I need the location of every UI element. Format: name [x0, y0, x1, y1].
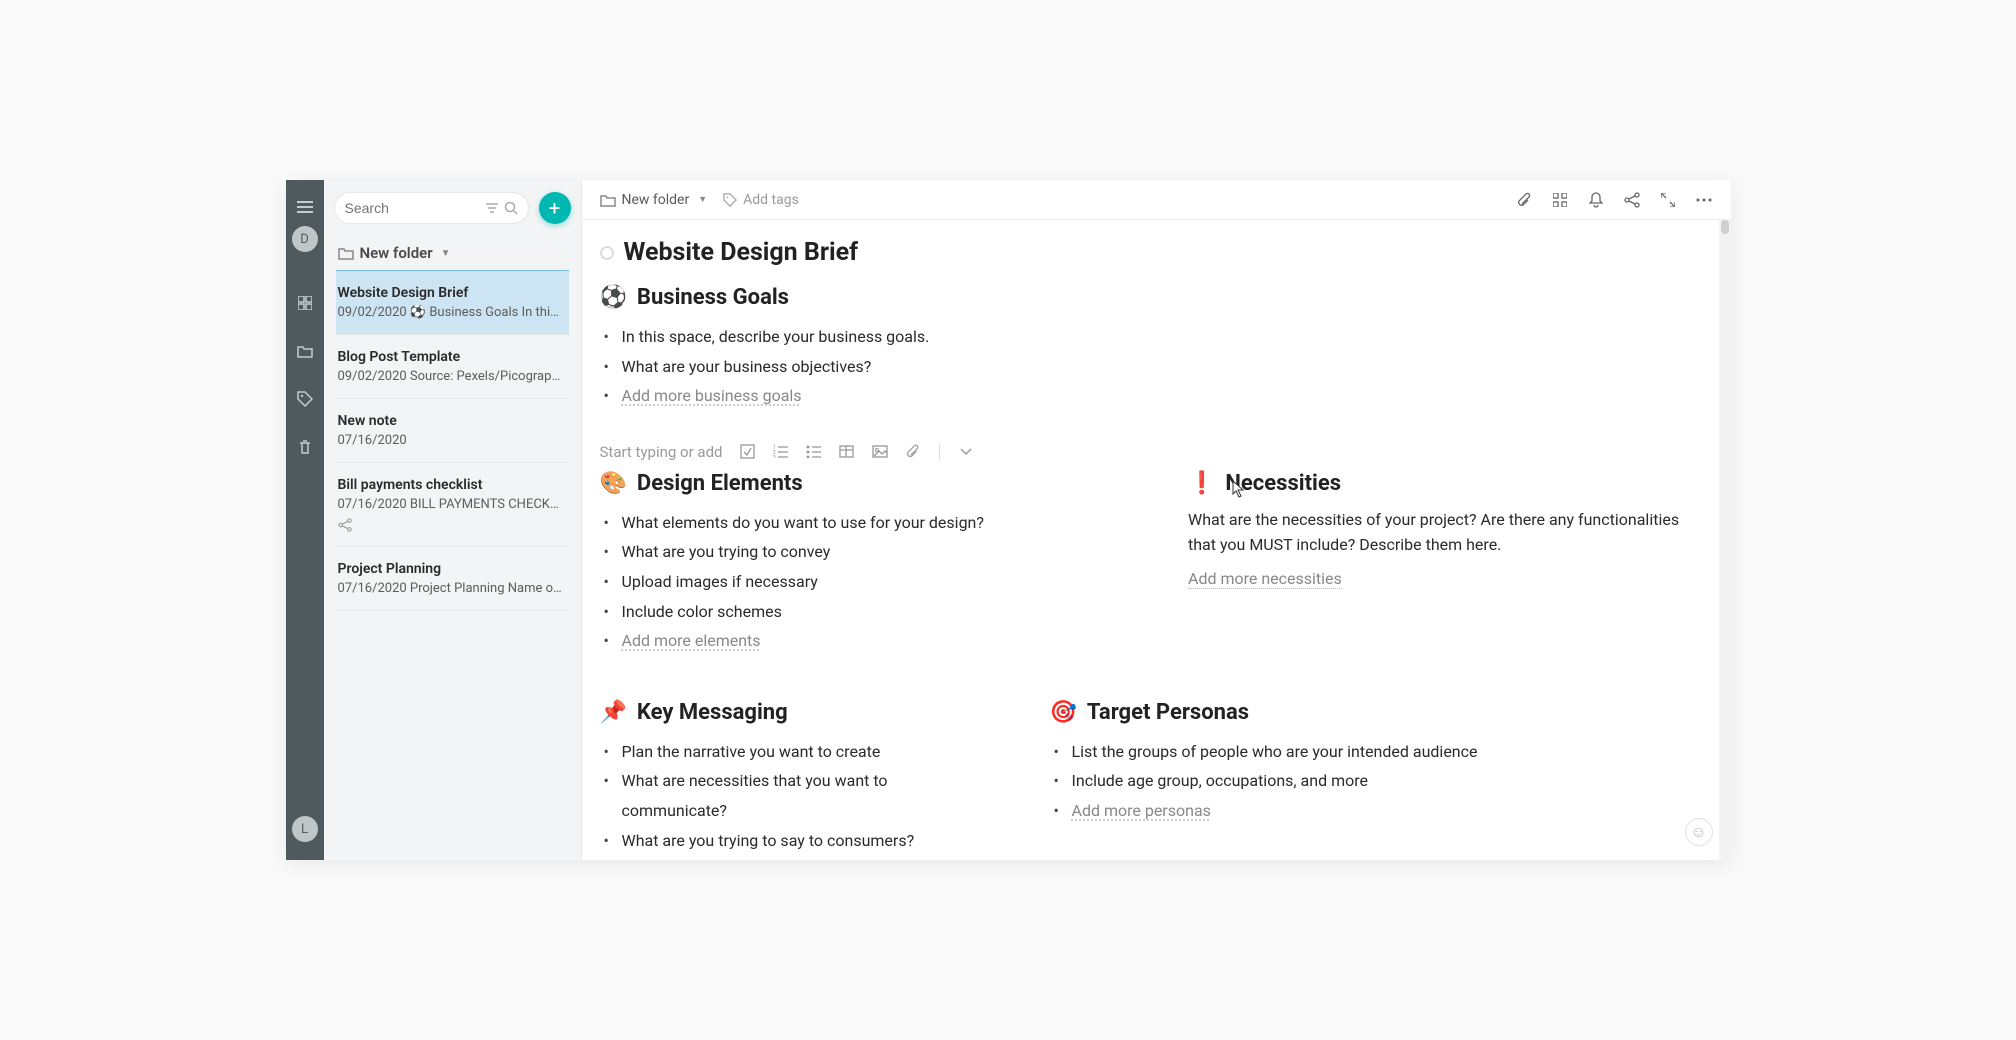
- note-list-item[interactable]: Website Design Brief 09/02/2020 ⚽ Busines…: [336, 270, 569, 335]
- svg-text:3: 3: [773, 455, 776, 458]
- note-meta: 07/16/2020: [338, 433, 563, 448]
- attachment-icon[interactable]: [904, 443, 922, 461]
- search-field[interactable]: [345, 200, 486, 216]
- numbered-list-icon[interactable]: 123: [772, 443, 790, 461]
- note-title: Website Design Brief: [338, 285, 563, 301]
- note-list-item[interactable]: Blog Post Template 09/02/2020 Source: Pex…: [336, 335, 569, 399]
- section-design-elements: 🎨 Design Elements What elements do you w…: [600, 471, 1099, 656]
- section-paragraph[interactable]: What are the necessities of your project…: [1188, 508, 1687, 558]
- image-icon[interactable]: [871, 443, 889, 461]
- note-title: Project Planning: [338, 561, 563, 577]
- soccer-icon: ⚽: [600, 285, 627, 310]
- list-item[interactable]: Plan the narrative you want to create: [622, 737, 960, 767]
- table-icon[interactable]: [838, 443, 856, 461]
- list-item[interactable]: What are you trying to convey: [622, 537, 1099, 567]
- insert-toolbar: Start typing or add 123: [600, 435, 1687, 471]
- note-list: Website Design Brief 09/02/2020 ⚽ Busines…: [324, 270, 581, 611]
- chevron-down-icon: ▼: [441, 248, 451, 259]
- emoji-picker-button[interactable]: ☺: [1685, 818, 1713, 846]
- note-meta: 09/02/2020 Source: Pexels/Picography ...: [338, 369, 563, 384]
- section-necessities: ❗ Necessities What are the necessities o…: [1188, 471, 1687, 590]
- checkbox-icon[interactable]: [739, 443, 757, 461]
- note-title: Bill payments checklist: [338, 477, 563, 493]
- app-window: D L +: [286, 180, 1731, 860]
- chevron-down-icon: ▼: [698, 194, 707, 205]
- chevron-down-icon[interactable]: [957, 443, 975, 461]
- tag-icon: [723, 193, 737, 207]
- note-title: New note: [338, 413, 563, 429]
- pushpin-icon: 📌: [600, 700, 627, 725]
- scrollbar-thumb[interactable]: [1721, 220, 1729, 234]
- insert-hint-label: Start typing or add: [600, 443, 723, 461]
- target-icon: 🎯: [1050, 700, 1077, 725]
- add-note-button[interactable]: +: [539, 192, 571, 224]
- note-meta: 09/02/2020 ⚽ Business Goals In this s...: [338, 305, 563, 320]
- list-item[interactable]: Include age group, occupations, and more: [1072, 766, 1687, 796]
- editor-header: New folder ▼ Add tags: [582, 180, 1731, 220]
- folder-icon[interactable]: [292, 338, 318, 364]
- tag-icon[interactable]: [292, 386, 318, 412]
- note-meta: 07/16/2020 BILL PAYMENTS CHECKLIS...: [338, 497, 563, 512]
- folder-icon: [600, 193, 616, 207]
- attachment-icon[interactable]: [1515, 191, 1533, 209]
- more-icon[interactable]: [1695, 191, 1713, 209]
- bullet-list-icon[interactable]: [805, 443, 823, 461]
- note-list-item[interactable]: Bill payments checklist 07/16/2020 BILL P…: [336, 463, 569, 547]
- divider: [939, 443, 940, 461]
- section-title[interactable]: Necessities: [1225, 471, 1341, 496]
- editor-panel: New folder ▼ Add tags: [582, 180, 1731, 860]
- apps-icon[interactable]: [292, 290, 318, 316]
- list-item[interactable]: In this space, describe your business go…: [622, 322, 1687, 352]
- mini-sidebar: D L: [286, 180, 324, 860]
- note-list-panel: + New folder ▼ Website Design Brief 09/02…: [324, 180, 582, 860]
- section-business-goals: ⚽ Business Goals In this space, describe…: [600, 285, 1687, 411]
- breadcrumb-label: New folder: [622, 192, 690, 208]
- list-item[interactable]: What elements do you want to use for you…: [622, 508, 1099, 538]
- list-item[interactable]: List the groups of people who are your i…: [1072, 737, 1687, 767]
- task-circle-icon[interactable]: [600, 246, 614, 260]
- note-title: Blog Post Template: [338, 349, 563, 365]
- list-item-placeholder[interactable]: Add more business goals: [622, 381, 1687, 411]
- bell-icon[interactable]: [1587, 191, 1605, 209]
- search-icon[interactable]: [504, 201, 518, 215]
- list-item[interactable]: Include color schemes: [622, 597, 1099, 627]
- note-list-item[interactable]: New note 07/16/2020: [336, 399, 569, 463]
- search-input[interactable]: [334, 192, 529, 224]
- list-item[interactable]: What are you trying to say to consumers?: [622, 826, 960, 856]
- list-item-placeholder[interactable]: Add more personas: [1072, 796, 1687, 826]
- note-meta: 07/16/2020 Project Planning Name of ...: [338, 581, 563, 596]
- folder-breadcrumb[interactable]: New folder ▼: [324, 234, 581, 270]
- list-item-placeholder[interactable]: Add more elements: [622, 626, 1099, 656]
- breadcrumb[interactable]: New folder ▼: [600, 192, 708, 208]
- add-tags-button[interactable]: Add tags: [723, 192, 799, 208]
- list-item[interactable]: What are necessities that you want to co…: [622, 766, 960, 825]
- palette-icon: 🎨: [600, 471, 627, 496]
- share-icon[interactable]: [1623, 191, 1641, 209]
- section-title[interactable]: Key Messaging: [637, 700, 788, 725]
- apps-icon[interactable]: [1551, 191, 1569, 209]
- add-tags-label: Add tags: [743, 192, 799, 208]
- note-list-item[interactable]: Project Planning 07/16/2020 Project Plann…: [336, 547, 569, 611]
- section-key-messaging: 📌 Key Messaging Plan the narrative you w…: [600, 700, 960, 855]
- trash-icon[interactable]: [292, 434, 318, 460]
- expand-icon[interactable]: [1659, 191, 1677, 209]
- avatar[interactable]: D: [292, 226, 318, 252]
- avatar[interactable]: L: [292, 816, 318, 842]
- exclamation-icon: ❗: [1188, 471, 1215, 496]
- filter-icon[interactable]: [486, 203, 498, 213]
- document-body[interactable]: Website Design Brief ⚽ Business Goals In…: [582, 220, 1731, 860]
- share-icon: [338, 518, 563, 532]
- section-target-personas: 🎯 Target Personas List the groups of peo…: [1050, 700, 1687, 826]
- section-title[interactable]: Design Elements: [637, 471, 803, 496]
- list-item[interactable]: Upload images if necessary: [622, 567, 1099, 597]
- section-title[interactable]: Business Goals: [637, 285, 789, 310]
- folder-icon: [338, 246, 354, 260]
- section-title[interactable]: Target Personas: [1087, 700, 1249, 725]
- add-necessities-placeholder[interactable]: Add more necessities: [1188, 569, 1342, 589]
- folder-name: New folder: [360, 244, 433, 262]
- scrollbar-track[interactable]: [1719, 220, 1731, 860]
- menu-icon[interactable]: [292, 194, 318, 220]
- page-title[interactable]: Website Design Brief: [624, 238, 859, 267]
- list-item[interactable]: What are your business objectives?: [622, 352, 1687, 382]
